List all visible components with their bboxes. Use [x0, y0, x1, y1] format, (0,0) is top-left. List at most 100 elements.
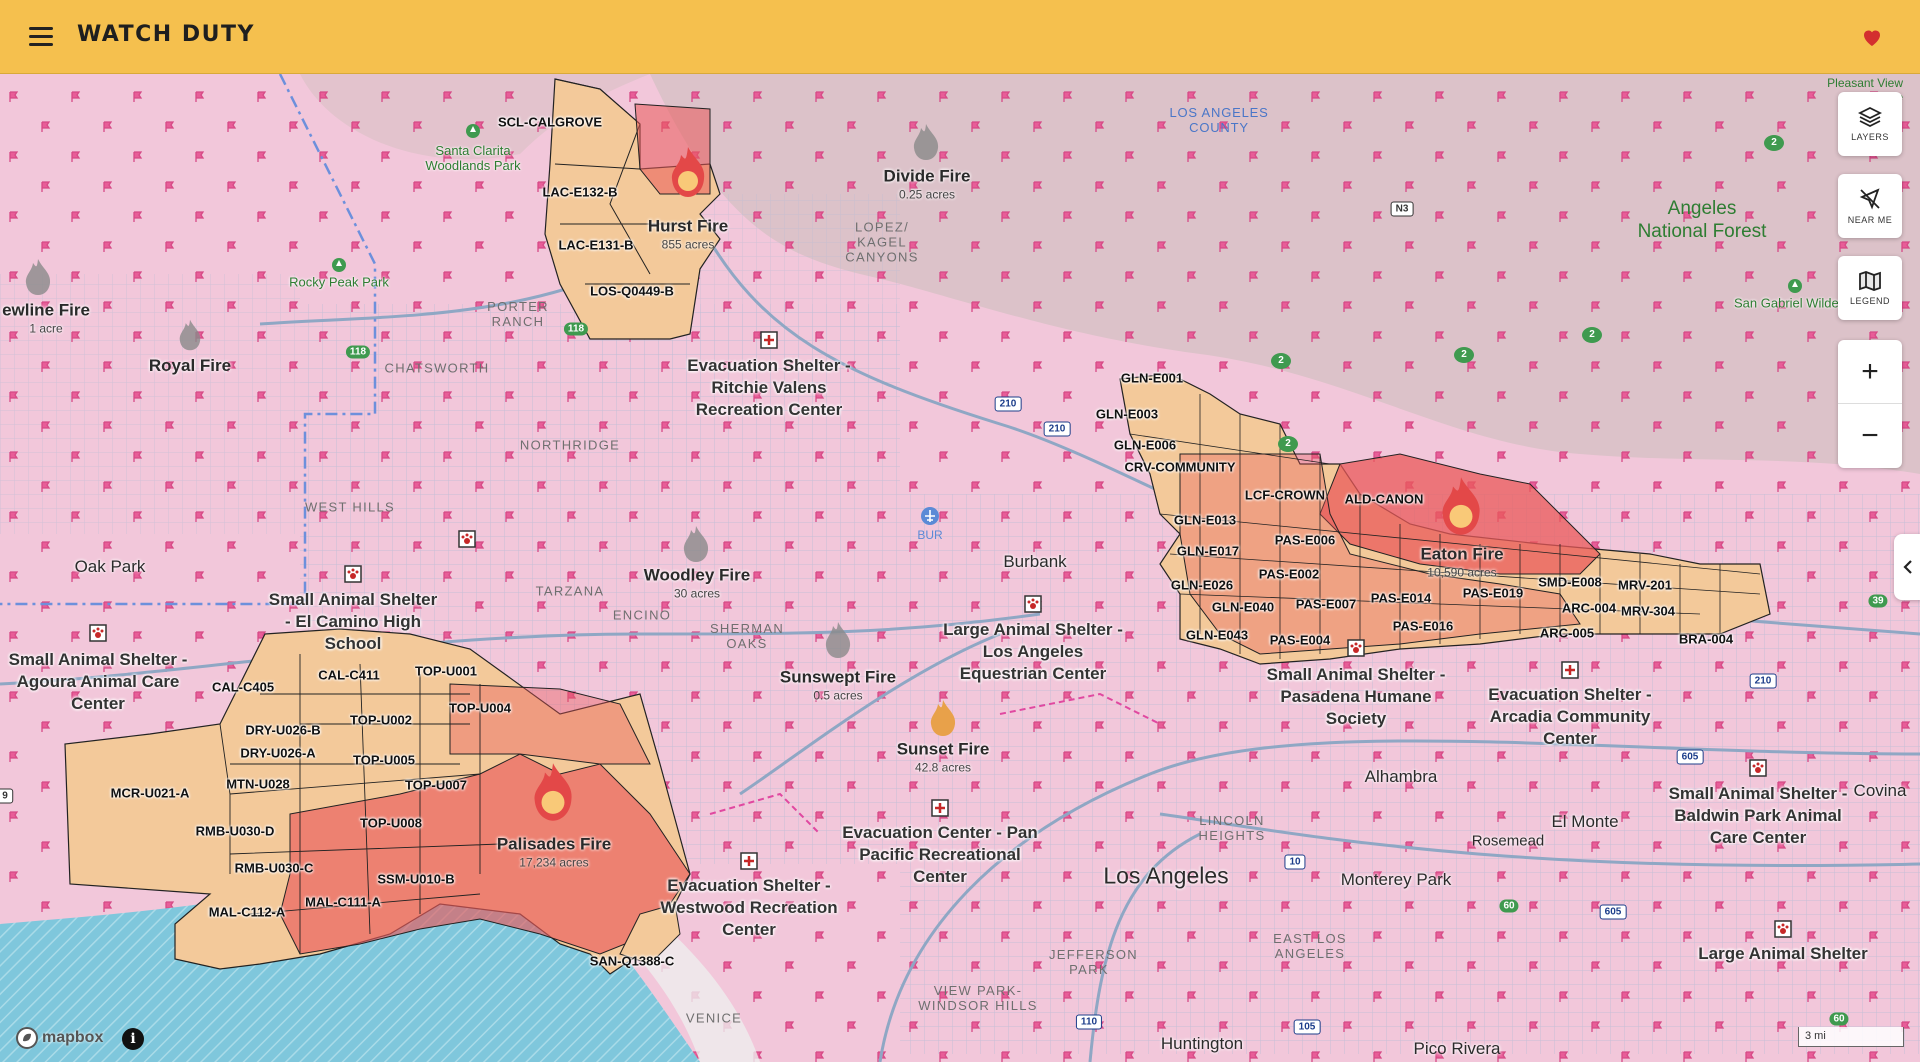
shelter-label[interactable]: Large Animal Shelter - Los Angeles Eques… [938, 619, 1128, 685]
contained-fire-icon[interactable] [177, 318, 203, 352]
zone-label[interactable]: TOP-U002 [350, 713, 412, 728]
zone-label[interactable]: GLN-E003 [1096, 407, 1158, 422]
hamburger-menu-icon[interactable] [26, 22, 56, 52]
contained-fire-icon[interactable] [823, 620, 853, 660]
fire-label-hurst[interactable]: Hurst Fire 855 acres [648, 217, 728, 252]
animal-shelter-icon[interactable] [1774, 920, 1792, 938]
zone-label[interactable]: GLN-E043 [1186, 628, 1248, 643]
shelter-label[interactable]: Small Animal Shelter - El Camino High Sc… [268, 589, 438, 655]
zone-label[interactable]: MRV-304 [1621, 604, 1675, 619]
zone-label[interactable]: PAS-E007 [1296, 597, 1356, 612]
zone-label[interactable]: PAS-E002 [1259, 567, 1319, 582]
zone-label[interactable]: PAS-E019 [1463, 586, 1523, 601]
zone-label[interactable]: SAN-Q1388-C [590, 954, 675, 969]
evacuation-shelter-icon[interactable] [1561, 661, 1579, 679]
zone-label[interactable]: TOP-U007 [405, 778, 467, 793]
animal-shelter-icon[interactable] [1024, 595, 1042, 613]
cluster-marker[interactable]: 2 [1278, 436, 1298, 452]
zone-label[interactable]: PAS-E016 [1393, 619, 1453, 634]
info-button[interactable]: i [122, 1028, 144, 1050]
zone-label[interactable]: TOP-U001 [415, 664, 477, 679]
zone-label[interactable]: PAS-E014 [1371, 591, 1431, 606]
cluster-marker[interactable]: 2 [1764, 135, 1784, 151]
evacuation-shelter-icon[interactable] [931, 799, 949, 817]
zoom-out-button[interactable]: − [1838, 404, 1902, 468]
zone-label[interactable]: PAS-E004 [1270, 633, 1330, 648]
zone-label[interactable]: BRA-004 [1679, 632, 1733, 647]
fire-label-palisades[interactable]: Palisades Fire 17,234 acres [497, 835, 611, 870]
zone-label[interactable]: DRY-U026-B [245, 723, 320, 738]
zone-label[interactable]: RMB-U030-C [235, 861, 314, 876]
contained-fire-icon[interactable] [23, 257, 53, 297]
zone-label[interactable]: GLN-E001 [1121, 371, 1183, 386]
active-fire-icon[interactable] [530, 761, 576, 823]
zone-label[interactable]: LCF-CROWN [1245, 488, 1325, 503]
shelter-label[interactable]: Small Animal Shelter - Agoura Animal Car… [8, 649, 188, 715]
cluster-marker[interactable]: 2 [1582, 327, 1602, 343]
zone-label[interactable]: GLN-E013 [1174, 513, 1236, 528]
animal-shelter-icon[interactable] [1749, 759, 1767, 777]
fire-label-royal[interactable]: Royal Fire [149, 356, 231, 376]
zone-label[interactable]: CAL-C411 [318, 668, 379, 683]
sidebar-toggle-button[interactable] [1894, 534, 1920, 600]
zone-label[interactable]: PAS-E006 [1275, 533, 1335, 548]
contained-fire-icon[interactable] [928, 698, 958, 738]
fire-label-woodley[interactable]: Woodley Fire 30 acres [644, 566, 750, 601]
zone-label[interactable]: SMD-E008 [1538, 575, 1602, 590]
fire-label-sunset[interactable]: Sunset Fire 42.8 acres [897, 740, 990, 775]
zone-label[interactable]: TOP-U008 [360, 816, 422, 831]
contained-fire-icon[interactable] [681, 524, 711, 564]
active-fire-icon[interactable] [1438, 475, 1484, 537]
zone-label[interactable]: CRV-COMMUNITY [1125, 460, 1236, 475]
shelter-label[interactable]: Evacuation Shelter - Ritchie Valens Recr… [669, 355, 869, 421]
heart-icon[interactable] [1860, 25, 1884, 49]
zone-label[interactable]: ALD-CANON [1345, 492, 1424, 507]
zone-label[interactable]: MAL-C111-A [305, 895, 381, 910]
fire-label-sunswept[interactable]: Sunswept Fire 0.5 acres [780, 668, 896, 703]
near-me-button[interactable]: NEAR ME [1838, 174, 1902, 238]
zone-label[interactable]: GLN-E017 [1177, 544, 1239, 559]
fire-label-eaton[interactable]: Eaton Fire 10,590 acres [1420, 545, 1503, 580]
zone-label[interactable]: MRV-201 [1618, 578, 1672, 593]
contained-fire-icon[interactable] [911, 122, 941, 162]
shelter-label[interactable]: Small Animal Shelter - Baldwin Park Anim… [1663, 783, 1853, 849]
zoom-in-button[interactable]: + [1838, 340, 1902, 404]
evacuation-shelter-icon[interactable] [760, 331, 778, 349]
animal-shelter-icon[interactable] [344, 565, 362, 583]
zone-label[interactable]: MTN-U028 [226, 777, 290, 792]
animal-shelter-icon[interactable] [89, 624, 107, 642]
zone-label[interactable]: ARC-004 [1562, 601, 1616, 616]
zone-label[interactable]: SSM-U010-B [377, 872, 454, 887]
fire-label-newline[interactable]: ewline Fire 1 acre [2, 301, 90, 336]
shelter-label[interactable]: Large Animal Shelter [1698, 943, 1867, 965]
shelter-label[interactable]: Evacuation Shelter - Arcadia Community C… [1485, 684, 1655, 750]
zone-label[interactable]: TOP-U005 [353, 753, 415, 768]
evacuation-shelter-icon[interactable] [740, 852, 758, 870]
map-canvas[interactable]: SCL-CALGROVE LAC-E132-B LAC-E131-B LOS-Q… [0, 74, 1920, 1062]
legend-button[interactable]: LEGEND [1838, 256, 1902, 320]
zone-label[interactable]: SCL-CALGROVE [498, 115, 602, 130]
cluster-marker[interactable]: 2 [1454, 347, 1474, 363]
shelter-label[interactable]: Evacuation Center - Pan Pacific Recreati… [840, 822, 1040, 888]
shelter-label[interactable]: Evacuation Shelter - Westwood Recreation… [659, 875, 839, 941]
animal-shelter-icon[interactable] [1347, 639, 1365, 657]
zone-label[interactable]: MAL-C112-A [209, 905, 286, 920]
animal-shelter-icon[interactable] [458, 530, 476, 548]
zone-label[interactable]: GLN-E026 [1171, 578, 1233, 593]
active-fire-icon[interactable] [668, 145, 708, 199]
zone-label[interactable]: ARC-005 [1540, 626, 1594, 641]
zone-label[interactable]: LOS-Q0449-B [590, 284, 674, 299]
shelter-label[interactable]: Small Animal Shelter - Pasadena Humane S… [1266, 664, 1446, 730]
fire-label-divide[interactable]: Divide Fire 0.25 acres [884, 167, 971, 202]
zone-label[interactable]: CAL-C405 [212, 680, 274, 695]
zone-label[interactable]: GLN-E040 [1212, 600, 1274, 615]
zone-label[interactable]: RMB-U030-D [196, 824, 275, 839]
cluster-marker[interactable]: 2 [1271, 353, 1291, 369]
layers-button[interactable]: LAYERS [1838, 92, 1902, 156]
zone-label[interactable]: GLN-E006 [1114, 438, 1176, 453]
zone-label[interactable]: LAC-E131-B [558, 238, 633, 253]
zone-label[interactable]: LAC-E132-B [542, 185, 617, 200]
zone-label[interactable]: TOP-U004 [449, 701, 511, 716]
zone-label[interactable]: DRY-U026-A [240, 746, 315, 761]
zone-label[interactable]: MCR-U021-A [111, 786, 190, 801]
